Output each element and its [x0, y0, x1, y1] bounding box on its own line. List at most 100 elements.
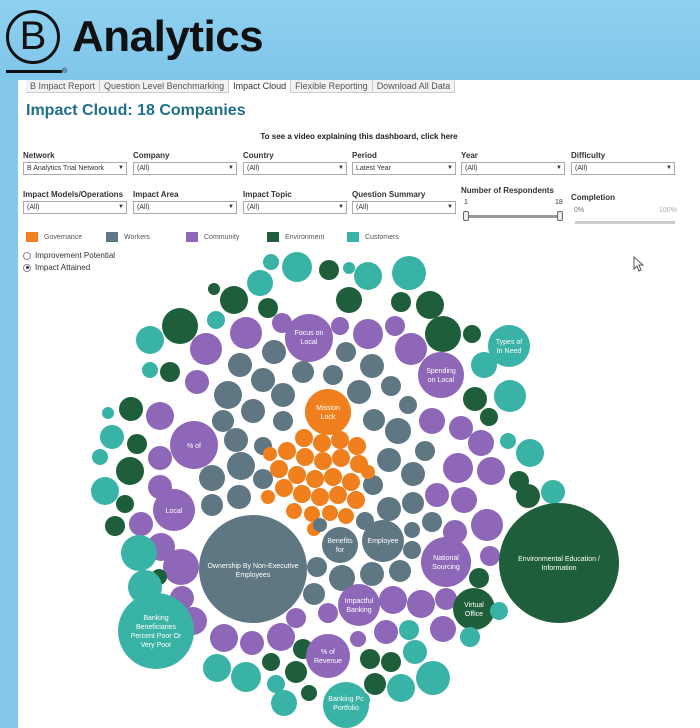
bubble[interactable] [391, 292, 411, 312]
bubble[interactable] [395, 333, 427, 365]
bubble[interactable] [228, 353, 252, 377]
bubble-spending-on-local[interactable] [418, 352, 464, 398]
bubble[interactable] [480, 408, 498, 426]
bubble[interactable] [267, 623, 295, 651]
bubble[interactable] [286, 608, 306, 628]
bubble[interactable] [231, 662, 261, 692]
bubble[interactable] [463, 387, 487, 411]
bubble-banking-beneficiaries[interactable] [118, 593, 194, 669]
bubble[interactable] [323, 365, 343, 385]
bubble[interactable] [419, 408, 445, 434]
bubble[interactable] [389, 560, 411, 582]
bubble[interactable] [416, 661, 450, 695]
bubble[interactable] [379, 586, 407, 614]
bubble[interactable] [301, 685, 317, 701]
bubble[interactable] [451, 487, 477, 513]
bubble[interactable] [403, 640, 427, 664]
bubble[interactable] [116, 495, 134, 513]
bubble[interactable] [490, 602, 508, 620]
bubble[interactable] [430, 616, 456, 642]
bubble[interactable] [425, 316, 461, 352]
bubble[interactable] [460, 627, 480, 647]
bubble-benefits-for[interactable] [322, 527, 358, 563]
bubble-environmental-education[interactable] [499, 503, 619, 623]
bubble-impactful-banking[interactable] [338, 584, 380, 626]
bubble[interactable] [360, 354, 384, 378]
bubble[interactable] [363, 409, 385, 431]
bubble[interactable] [443, 453, 473, 483]
bubble[interactable] [162, 308, 198, 344]
bubble[interactable] [377, 448, 401, 472]
bubble[interactable] [541, 480, 565, 504]
bubble[interactable] [403, 541, 421, 559]
bubble[interactable] [477, 457, 505, 485]
bubble[interactable] [241, 399, 265, 423]
bubble[interactable] [336, 342, 356, 362]
bubble[interactable] [480, 546, 500, 566]
bubble[interactable] [102, 407, 114, 419]
bubble[interactable] [350, 631, 366, 647]
bubble[interactable] [163, 549, 199, 585]
bubble[interactable] [385, 418, 411, 444]
bubble[interactable] [212, 410, 234, 432]
bubble[interactable] [353, 319, 383, 349]
bubble[interactable] [273, 411, 293, 431]
bubble[interactable] [313, 518, 327, 532]
bubble[interactable] [272, 313, 292, 333]
bubble[interactable] [399, 396, 417, 414]
bubble[interactable] [160, 362, 180, 382]
bubble[interactable] [105, 516, 125, 536]
bubble[interactable] [190, 333, 222, 365]
bubble-focus-on-local[interactable] [285, 314, 333, 362]
bubble[interactable] [220, 286, 248, 314]
bubble[interactable] [374, 620, 398, 644]
bubble[interactable] [471, 509, 503, 541]
bubble[interactable] [214, 381, 242, 409]
bubble[interactable] [343, 262, 355, 274]
bubble[interactable] [227, 452, 255, 480]
bubble[interactable] [129, 512, 153, 536]
bubble[interactable] [240, 631, 264, 655]
bubble[interactable] [201, 494, 223, 516]
bubble[interactable] [471, 352, 497, 378]
bubble[interactable] [401, 462, 425, 486]
bubble[interactable] [336, 287, 362, 313]
bubble[interactable] [387, 674, 415, 702]
bubble[interactable] [331, 317, 349, 335]
bubble[interactable] [207, 311, 225, 329]
bubble[interactable] [469, 568, 489, 588]
bubble[interactable] [116, 457, 144, 485]
bubble[interactable] [407, 590, 435, 618]
bubble[interactable] [468, 430, 494, 456]
bubble[interactable] [385, 316, 405, 336]
bubble[interactable] [392, 256, 426, 290]
bubble[interactable] [251, 368, 275, 392]
bubble-mission-lock[interactable] [305, 389, 351, 435]
bubble[interactable] [258, 298, 278, 318]
bubble[interactable] [292, 361, 314, 383]
bubble[interactable] [262, 653, 280, 671]
bubble[interactable] [262, 340, 286, 364]
bubble[interactable] [199, 465, 225, 491]
bubble-virtual-office[interactable] [453, 588, 495, 630]
bubble-pct-of-revenue[interactable] [306, 634, 350, 678]
bubble[interactable] [347, 380, 371, 404]
bubble[interactable] [516, 439, 544, 467]
bubble[interactable] [416, 291, 444, 319]
bubble[interactable] [463, 325, 481, 343]
bubble[interactable] [354, 262, 382, 290]
bubble[interactable] [227, 485, 251, 509]
bubble[interactable] [415, 441, 435, 461]
bubble[interactable] [307, 557, 327, 577]
bubble[interactable] [142, 362, 158, 378]
bubble[interactable] [185, 370, 209, 394]
bubble[interactable] [285, 661, 307, 683]
bubble[interactable] [319, 260, 339, 280]
bubble[interactable] [127, 434, 147, 454]
bubble[interactable] [402, 492, 424, 514]
bubble[interactable] [247, 270, 273, 296]
bubble[interactable] [271, 690, 297, 716]
bubble[interactable] [404, 522, 420, 538]
bubble[interactable] [121, 535, 157, 571]
bubble[interactable] [210, 624, 238, 652]
